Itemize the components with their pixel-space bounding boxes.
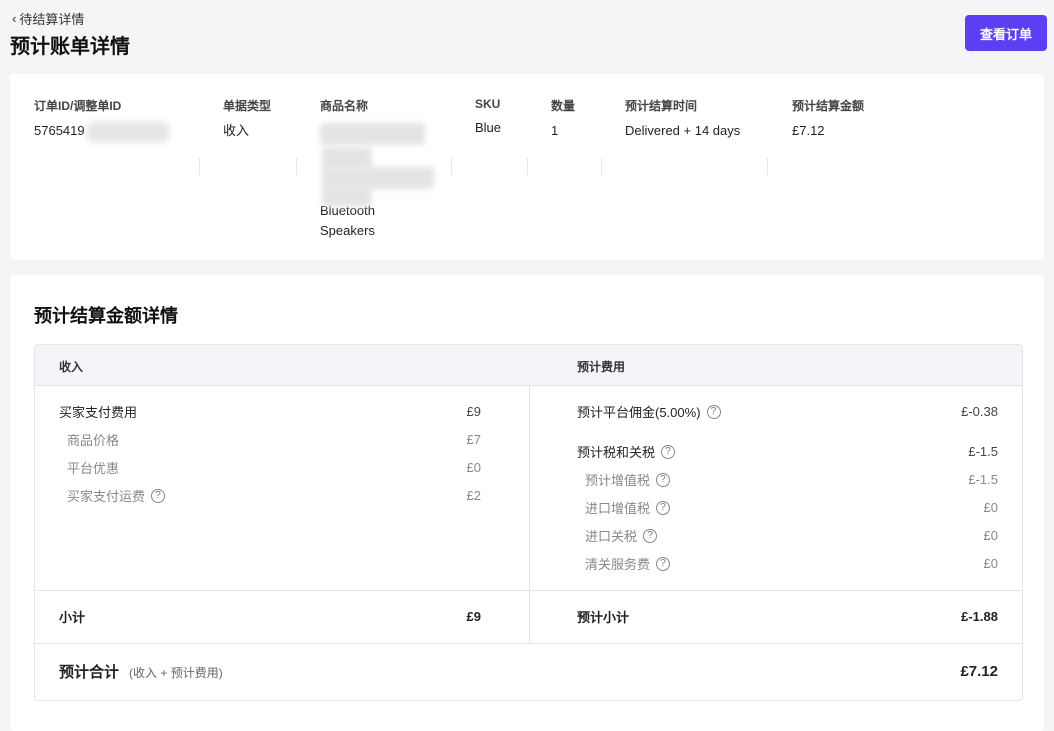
income-header: 收入 <box>59 360 84 374</box>
fee-value: £0 <box>983 556 998 571</box>
column-divider <box>296 158 297 175</box>
fee-row-customs-service: 清关服务费? £0 <box>585 554 998 573</box>
income-value: £9 <box>466 404 481 419</box>
back-link-label: 待结算详情 <box>19 12 85 27</box>
total-row: 预计合计 (收入 + 预计费用) £7.12 <box>59 661 998 682</box>
fee-row-tax-duty: 预计税和关税? £-1.5 <box>577 442 998 461</box>
fee-label: 预计税和关税 <box>577 445 656 460</box>
income-subtotal-label: 小计 <box>59 610 86 625</box>
fee-value: £0 <box>983 500 998 515</box>
income-subtotal-row: 小计 £9 <box>59 607 481 626</box>
row-divider <box>35 643 1022 644</box>
fee-row-import-duty: 进口关税? £0 <box>585 526 998 545</box>
redacted-blur <box>86 121 169 142</box>
question-circle-icon[interactable]: ? <box>656 556 671 571</box>
income-label: 买家支付运费 <box>67 489 146 504</box>
income-label: 平台优惠 <box>67 461 120 476</box>
income-row-shipping: 买家支付运费? £2 <box>67 486 481 505</box>
fee-value: £-1.5 <box>968 444 998 459</box>
total-value: £7.12 <box>960 663 998 680</box>
doc-type-header: 单据类型 <box>223 99 272 113</box>
summary-col-settle-time: 预计结算时间 Delivered + 14 days <box>625 97 740 141</box>
order-id-header: 订单ID/调整单ID <box>34 99 122 113</box>
income-value: £0 <box>466 460 481 475</box>
view-order-button[interactable]: 查看订单 <box>965 15 1047 51</box>
column-divider <box>529 386 530 643</box>
settle-time-header: 预计结算时间 <box>625 99 698 113</box>
quantity-value: 1 <box>551 123 559 138</box>
total-label: 预计合计 <box>59 664 120 681</box>
fee-value: £0 <box>983 528 998 543</box>
summary-col-settle-amount: 预计结算金额 £7.12 <box>792 97 864 141</box>
income-label: 商品价格 <box>67 433 120 448</box>
fee-value: £-1.5 <box>968 472 998 487</box>
settle-time-value: Delivered + 14 days <box>625 123 741 138</box>
settle-amount-header: 预计结算金额 <box>792 99 865 113</box>
settle-amount-value: £7.12 <box>792 123 825 138</box>
income-row-buyer-paid: 买家支付费用 £9 <box>59 402 481 421</box>
fee-subtotal-value: £-1.88 <box>961 609 998 624</box>
question-circle-icon[interactable]: ? <box>643 528 658 543</box>
quantity-header: 数量 <box>551 99 576 113</box>
chevron-left-icon: ‹ <box>12 11 17 26</box>
fee-row-commission: 预计平台佣金(5.00%)? £-0.38 <box>577 402 998 421</box>
fee-label: 进口增值税 <box>585 501 651 516</box>
question-circle-icon[interactable]: ? <box>656 472 671 487</box>
fee-subtotal-row: 预计小计 £-1.88 <box>577 607 998 626</box>
column-divider <box>451 158 452 175</box>
column-divider <box>767 158 768 175</box>
section-title: 预计结算金额详情 <box>34 306 178 326</box>
page-header: ‹ 待结算详情 预计账单详情 查看订单 <box>0 0 1054 72</box>
fee-label: 预计增值税 <box>585 473 651 488</box>
question-circle-icon[interactable]: ? <box>151 488 166 503</box>
income-row-platform-discount: 平台优惠 £0 <box>67 458 481 477</box>
settlement-table: 收入 预计费用 买家支付费用 £9 商品价格 £7 平台优惠 £0 买家支付运费… <box>34 344 1023 701</box>
row-divider <box>35 590 1022 591</box>
fee-label: 进口关税 <box>585 529 638 544</box>
product-name-value: Bluetooth Speakers <box>320 203 375 238</box>
column-divider <box>199 158 200 175</box>
summary-col-product: 商品名称 Bluetooth Speakers <box>320 97 440 241</box>
fee-label: 预计平台佣金(5.00%) <box>577 405 701 420</box>
summary-col-qty: 数量 1 <box>551 97 575 141</box>
table-header: 收入 预计费用 <box>35 345 1022 386</box>
sku-header: SKU <box>475 97 501 111</box>
doc-type-value: 收入 <box>223 123 250 138</box>
question-circle-icon[interactable]: ? <box>706 404 721 419</box>
page-title: 预计账单详情 <box>10 36 130 58</box>
fee-value: £-0.38 <box>961 404 998 419</box>
fee-row-vat: 预计增值税? £-1.5 <box>585 470 998 489</box>
fee-label: 清关服务费 <box>585 557 651 572</box>
column-divider <box>527 158 528 175</box>
product-name-header: 商品名称 <box>320 99 369 113</box>
fees-header: 预计费用 <box>577 360 626 374</box>
question-circle-icon[interactable]: ? <box>656 500 671 515</box>
order-summary-card: 订单ID/调整单ID 5765419 单据类型 收入 商品名称 Bluetoot… <box>10 74 1044 260</box>
income-value: £7 <box>466 432 481 447</box>
income-subtotal-value: £9 <box>466 609 481 624</box>
redacted-product-name <box>320 121 440 207</box>
fee-subtotal-label: 预计小计 <box>577 610 630 625</box>
income-row-product-price: 商品价格 £7 <box>67 430 481 449</box>
fee-row-import-vat: 进口增值税? £0 <box>585 498 998 517</box>
settlement-details-card: 预计结算金额详情 收入 预计费用 买家支付费用 £9 商品价格 £7 平台优惠 … <box>10 275 1044 731</box>
back-link[interactable]: ‹ 待结算详情 <box>12 9 84 28</box>
order-id-value[interactable]: 5765419 <box>34 121 169 142</box>
total-note: (收入 + 预计费用) <box>129 666 223 680</box>
column-divider <box>601 158 602 175</box>
income-label: 买家支付费用 <box>59 405 138 420</box>
summary-col-sku: SKU Blue <box>475 97 501 138</box>
summary-col-order-id: 订单ID/调整单ID 5765419 <box>34 97 169 142</box>
income-value: £2 <box>466 488 481 503</box>
summary-col-type: 单据类型 收入 <box>223 97 271 141</box>
question-circle-icon[interactable]: ? <box>661 444 676 459</box>
sku-value: Blue <box>475 120 502 135</box>
